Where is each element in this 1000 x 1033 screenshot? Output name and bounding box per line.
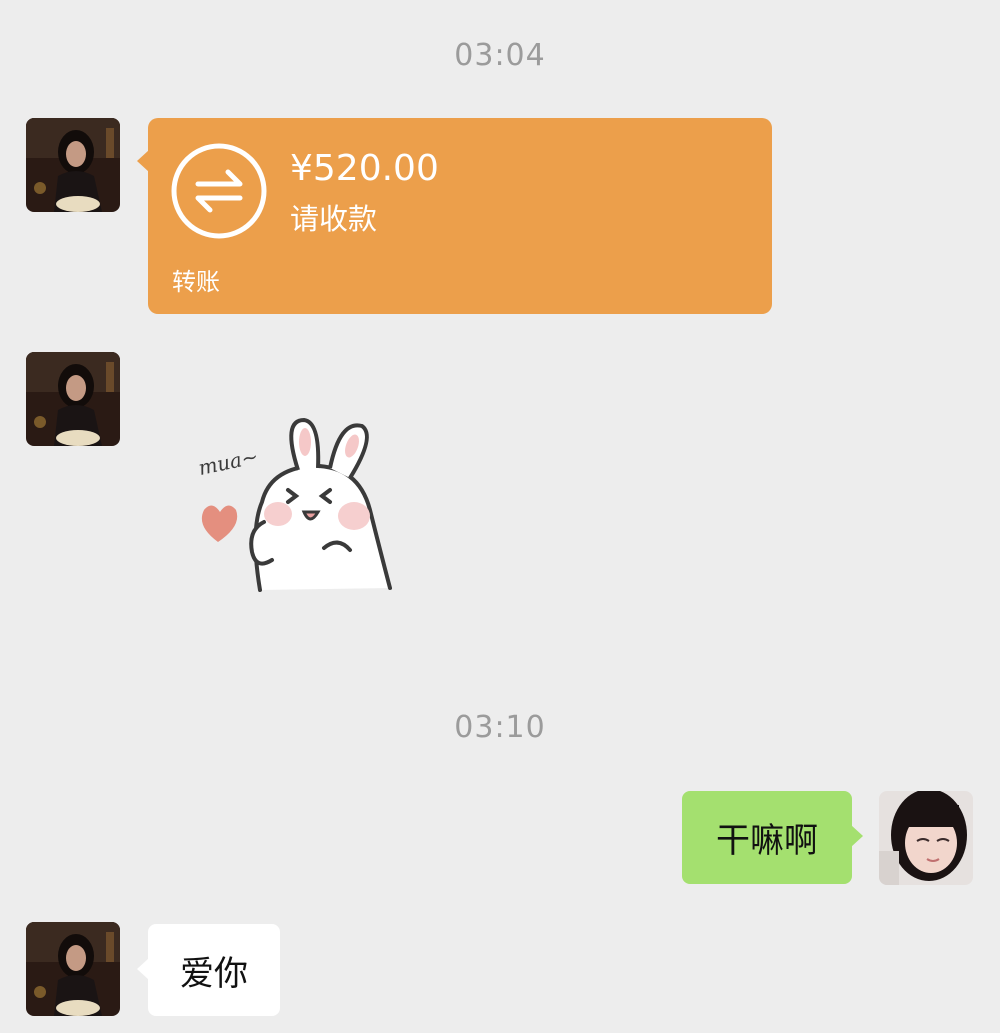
transfer-amount: ¥520.00: [290, 148, 439, 189]
avatar-photo-icon: [26, 922, 120, 1016]
avatar-photo-icon: [26, 118, 120, 212]
transfer-label: 转账: [172, 268, 220, 296]
my-avatar[interactable]: [879, 791, 973, 885]
avatar-photo-icon: [879, 791, 973, 885]
transfer-status: 请收款: [290, 202, 378, 236]
avatar-photo-icon: [26, 352, 120, 446]
outgoing-message-bubble[interactable]: 干嘛啊: [682, 791, 863, 884]
contact-avatar[interactable]: [26, 922, 120, 1016]
timestamp: 03:10: [454, 710, 546, 745]
bunny-kiss-sticker: [201, 417, 392, 592]
timestamp: 03:04: [454, 38, 546, 73]
incoming-message-bubble[interactable]: 爱你: [137, 924, 280, 1016]
transfer-arrows-icon: [171, 143, 267, 239]
transfer-message-card[interactable]: ¥520.00 请收款 转账: [137, 118, 772, 314]
sticker-message[interactable]: mua~: [190, 410, 410, 595]
contact-avatar[interactable]: [26, 352, 120, 446]
contact-avatar[interactable]: [26, 118, 120, 212]
